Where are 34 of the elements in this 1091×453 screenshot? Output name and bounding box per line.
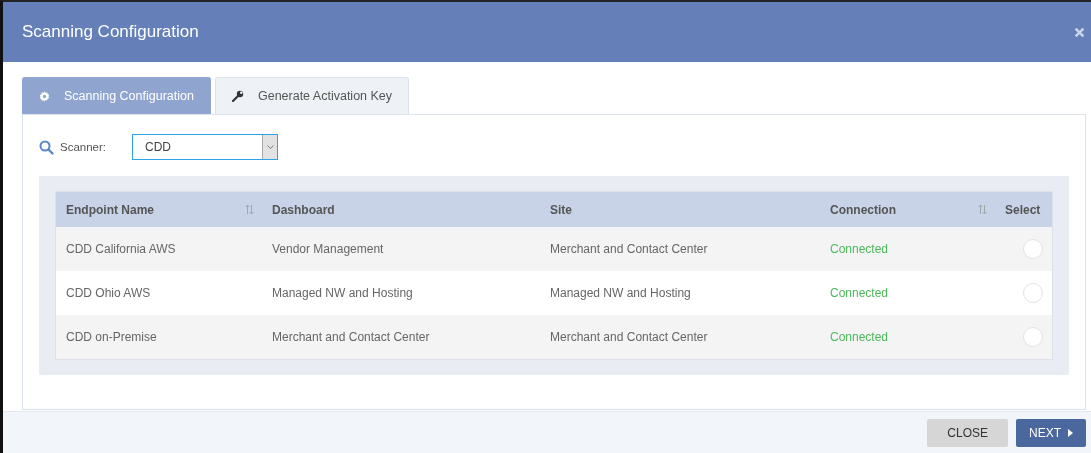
wrench-icon bbox=[231, 90, 244, 102]
table-cell-text: CDD Ohio AWS bbox=[65, 286, 152, 300]
table-cell-text: Vendor Management bbox=[271, 242, 385, 256]
close-icon[interactable] bbox=[1074, 26, 1085, 38]
gear-icon bbox=[39, 90, 50, 102]
radio-button[interactable] bbox=[1023, 283, 1043, 303]
table-cell-text: Merchant and Contact Center bbox=[549, 330, 709, 344]
table-cell-text: CDD on-Premise bbox=[65, 330, 158, 344]
table-cell-text: Merchant and Contact Center bbox=[549, 242, 709, 256]
next-button[interactable]: NEXT bbox=[1016, 418, 1086, 447]
column-header: Connection bbox=[830, 202, 896, 217]
window-title: Scanning Configuration bbox=[22, 22, 199, 42]
search-icon bbox=[39, 139, 54, 155]
table-cell-text: CDD California AWS bbox=[65, 242, 177, 256]
sort-icon[interactable] bbox=[245, 204, 254, 215]
table-cell-text: Managed NW and Hosting bbox=[271, 286, 414, 300]
table-cell-text: Managed NW and Hosting bbox=[549, 286, 692, 300]
tab[interactable]: Generate Activation Key bbox=[214, 77, 410, 114]
close-button[interactable]: CLOSE bbox=[927, 418, 1008, 447]
column-header: Dashboard bbox=[272, 202, 335, 217]
column-header: Site bbox=[550, 202, 572, 217]
scanner-label: Scanner: bbox=[60, 141, 107, 153]
radio-button[interactable] bbox=[1023, 239, 1043, 259]
table-cell-text: Merchant and Contact Center bbox=[271, 330, 431, 344]
connection-status: Connected bbox=[829, 286, 890, 300]
scanner-dropdown[interactable]: CDD bbox=[132, 134, 279, 160]
column-header: Select bbox=[1005, 202, 1041, 217]
caret-icon bbox=[1068, 428, 1073, 437]
column-header: Endpoint Name bbox=[66, 202, 154, 217]
connection-status: Connected bbox=[829, 242, 890, 256]
caret-icon bbox=[266, 144, 274, 150]
sort-icon[interactable] bbox=[978, 204, 987, 215]
radio-button[interactable] bbox=[1023, 327, 1043, 347]
connection-status: Connected bbox=[829, 330, 890, 344]
